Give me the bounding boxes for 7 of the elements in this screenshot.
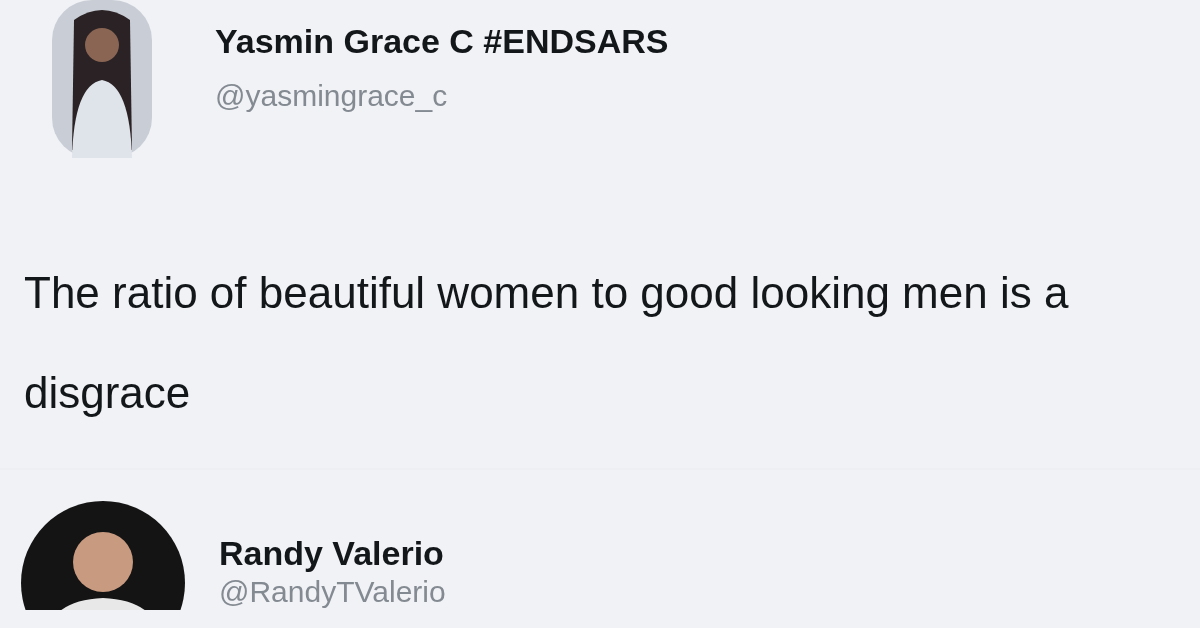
author-handle: @yasmingrace_c (215, 79, 449, 114)
avatar-icon (52, 0, 152, 158)
avatar-icon (20, 500, 186, 610)
author-handle: @RandyTValerio (219, 575, 446, 610)
author-name: Yasmin Grace C #ENDSARS (215, 22, 669, 62)
tweet-text: The ratio of beautiful women to good looking men is a disgrace (23, 267, 1070, 419)
author-name: Randy Valerio (219, 534, 445, 574)
